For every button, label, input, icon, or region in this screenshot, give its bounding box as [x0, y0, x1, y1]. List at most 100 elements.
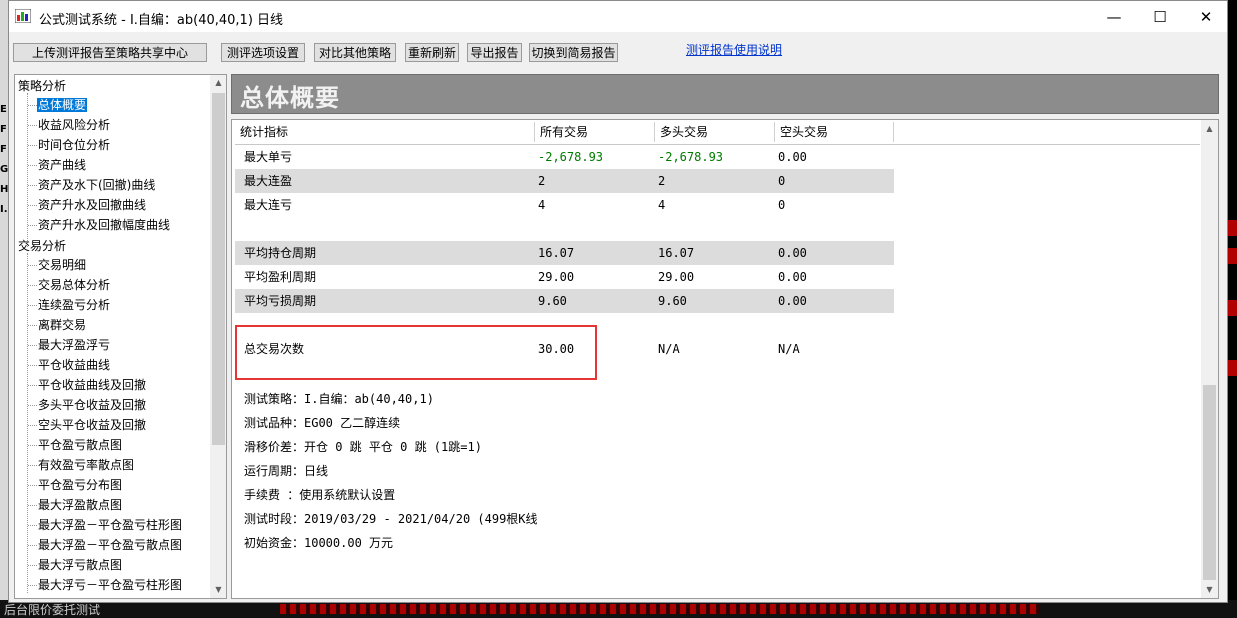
tree-item[interactable]: 时间仓位分析	[38, 137, 110, 153]
window-title: 公式测试系统 - I.自编：ab(40,40,1) 日线	[39, 13, 284, 28]
tree-item[interactable]: 多头平仓收益及回撤	[38, 397, 146, 413]
cell-long: 9.60	[658, 294, 687, 308]
info-strategy: 测试策略：I.自编：ab(40,40,1)	[244, 392, 434, 406]
tree-item[interactable]: 平仓盈亏分布图	[38, 477, 122, 493]
tree-item[interactable]: 交易明细	[38, 257, 86, 273]
tree-item[interactable]: 平仓盈亏散点图	[38, 437, 122, 453]
table-row: 平均盈利周期 29.00 29.00 0.00	[235, 265, 894, 289]
close-button[interactable]: ✕	[1183, 1, 1229, 32]
info-product: 测试品种：EG00 乙二醇连续	[244, 416, 401, 430]
cell-long: 29.00	[658, 270, 695, 284]
row-label: 最大单亏	[244, 150, 293, 164]
cell-long: -2,678.93	[658, 150, 724, 164]
row-label: 平均持仓周期	[244, 246, 317, 260]
refresh-button[interactable]: 重新刷新	[405, 43, 459, 62]
column-header: 多头交易	[655, 122, 775, 142]
bg-letter: F	[0, 144, 7, 155]
scroll-thumb[interactable]	[212, 93, 225, 445]
column-header: 空头交易	[775, 122, 894, 142]
tree-item[interactable]: 平仓收益曲线	[38, 357, 110, 373]
report-panel: 统计指标 所有交易 多头交易 空头交易 最大单亏 -2,678.93 -2,67…	[231, 119, 1219, 599]
tree-group-trade-analysis[interactable]: 交易分析	[18, 238, 66, 254]
cell-short: 0.00	[778, 150, 807, 164]
section-title: 总体概要	[240, 84, 340, 112]
table-row: 平均亏损周期 9.60 9.60 0.00	[235, 289, 894, 313]
background-app-right-strip	[1228, 0, 1237, 618]
tree-item-overview[interactable]: 总体概要	[37, 98, 88, 112]
compare-strategies-button[interactable]: 对比其他策略	[314, 43, 396, 62]
tree-item[interactable]: 空头平仓收益及回撤	[38, 417, 146, 433]
cell-short: 0.00	[778, 270, 807, 284]
cell-short: 0	[778, 198, 786, 212]
cell-all: 2	[538, 174, 546, 188]
analysis-tree: 策略分析 总体概要 收益风险分析 时间仓位分析 资产曲线 资产及水下(回撤)曲线…	[14, 74, 227, 599]
formula-test-window: 公式测试系统 - I.自编：ab(40,40,1) 日线 — ☐ ✕ 上传测评报…	[8, 0, 1228, 603]
info-range: 测试时段：2019/03/29 - 2021/04/20 (499根K线	[244, 512, 538, 526]
tree-item[interactable]: 资产曲线	[38, 157, 86, 173]
tree-scrollbar[interactable]: ▲ ▼	[210, 75, 226, 598]
tree-item[interactable]: 最大浮盈－平仓盈亏散点图	[38, 537, 182, 553]
tree-item[interactable]: 收益风险分析	[38, 117, 110, 133]
tree-item[interactable]: 交易总体分析	[38, 277, 110, 293]
scroll-thumb[interactable]	[1203, 385, 1216, 580]
tree-group-strategy-analysis[interactable]: 策略分析	[18, 78, 66, 94]
row-label: 最大连盈	[244, 174, 293, 188]
row-label: 平均盈利周期	[244, 270, 317, 284]
bg-letter: H	[0, 184, 8, 195]
bg-bottom-text: 后台限价委托测试	[4, 603, 101, 617]
info-slippage: 滑移价差：开仓 0 跳 平仓 0 跳 (1跳=1)	[244, 440, 482, 454]
tree-item[interactable]: 连续盈亏分析	[38, 297, 110, 313]
info-fee: 手续费 ：使用系统默认设置	[244, 488, 396, 502]
export-report-button[interactable]: 导出报告	[467, 43, 522, 62]
table-row: 最大单亏 -2,678.93 -2,678.93 0.00	[235, 145, 894, 169]
switch-simple-report-button[interactable]: 切换到简易报告	[529, 43, 618, 62]
test-options-button[interactable]: 测评选项设置	[221, 43, 305, 62]
cell-all: 16.07	[538, 246, 575, 260]
tree-item[interactable]: 最大浮盈－平仓盈亏柱形图	[38, 517, 182, 533]
row-label: 最大连亏	[244, 198, 293, 212]
app-chart-icon	[15, 9, 31, 23]
table-row: 最大连盈 2 2 0	[235, 169, 894, 193]
cell-long: 16.07	[658, 246, 695, 260]
tree-item[interactable]: 离群交易	[38, 317, 86, 333]
scroll-up-arrow-icon[interactable]: ▲	[210, 78, 226, 87]
tree-item[interactable]: 最大浮盈散点图	[38, 497, 122, 513]
background-app-left-strip: E F F G H I.	[0, 0, 8, 618]
table-row: 最大连亏 4 4 0	[235, 193, 894, 217]
cell-all: 9.60	[538, 294, 567, 308]
maximize-button[interactable]: ☐	[1137, 1, 1183, 32]
cell-all: 4	[538, 198, 546, 212]
column-header: 所有交易	[535, 122, 655, 142]
cell-short: 0	[778, 174, 786, 188]
bg-letter: G	[0, 164, 8, 175]
cell-short: 0.00	[778, 294, 807, 308]
cell-short: 0.00	[778, 246, 807, 260]
tree-item[interactable]: 资产升水及回撤曲线	[38, 197, 146, 213]
tree-item[interactable]: 最大浮亏散点图	[38, 557, 122, 573]
tree-item[interactable]: 有效盈亏率散点图	[38, 457, 134, 473]
upload-report-button[interactable]: 上传测评报告至策略共享中心	[13, 43, 207, 62]
tree-item[interactable]: 最大浮亏－平仓盈亏柱形图	[38, 577, 182, 593]
column-header: 统计指标	[235, 122, 535, 142]
scroll-down-arrow-icon[interactable]: ▼	[210, 585, 226, 594]
cell-long: 4	[658, 198, 666, 212]
scroll-down-arrow-icon[interactable]: ▼	[1201, 585, 1218, 594]
tree-item[interactable]: 资产升水及回撤幅度曲线	[38, 217, 170, 233]
minimize-button[interactable]: —	[1091, 1, 1137, 32]
cell-short: N/A	[778, 342, 800, 356]
tree-item[interactable]: 资产及水下(回撤)曲线	[38, 177, 155, 193]
tree-item[interactable]: 最大浮盈浮亏	[38, 337, 110, 353]
title-bar[interactable]: 公式测试系统 - I.自编：ab(40,40,1) 日线 — ☐ ✕	[9, 1, 1227, 32]
cell-all: -2,678.93	[538, 150, 604, 164]
bg-letter: E	[0, 104, 7, 115]
report-scrollbar[interactable]: ▲ ▼	[1201, 120, 1218, 598]
scroll-up-arrow-icon[interactable]: ▲	[1201, 124, 1218, 133]
bg-letter: I.	[0, 204, 8, 215]
highlight-box	[235, 325, 597, 380]
cell-long: 2	[658, 174, 666, 188]
table-row: 平均持仓周期 16.07 16.07 0.00	[235, 241, 894, 265]
section-banner: 总体概要	[231, 74, 1219, 114]
report-help-link[interactable]: 测评报告使用说明	[686, 41, 782, 58]
bg-letter: F	[0, 124, 7, 135]
tree-item[interactable]: 平仓收益曲线及回撤	[38, 377, 146, 393]
